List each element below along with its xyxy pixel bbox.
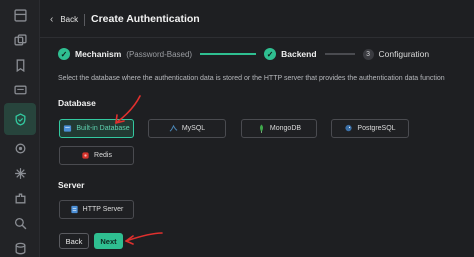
header-back-link[interactable]: ‹ Back (50, 14, 78, 25)
header-divider (84, 14, 85, 26)
header-back-label: Back (60, 15, 79, 24)
dashboard-icon[interactable] (8, 3, 32, 27)
database-icon (63, 124, 72, 133)
option-mongodb[interactable]: MongoDB (241, 119, 317, 138)
stepper: ✓ Mechanism (Password-Based) ✓ Backend 3… (58, 47, 429, 61)
sidebar (0, 0, 40, 257)
option-mysql[interactable]: MySQL (148, 119, 226, 138)
option-label: PostgreSQL (357, 125, 396, 132)
step-connector (200, 53, 257, 55)
option-label: Built-in Database (76, 125, 130, 132)
integration-icon[interactable] (8, 136, 32, 160)
step-connector (324, 53, 355, 55)
step-mechanism: ✓ Mechanism (Password-Based) (58, 48, 192, 60)
mongodb-icon (257, 124, 266, 133)
option-label: MySQL (181, 125, 206, 132)
backend-description: Select the database where the authentica… (58, 75, 445, 82)
check-icon: ✓ (58, 48, 70, 60)
system-icon[interactable] (8, 236, 32, 257)
extensions-icon[interactable] (8, 186, 32, 210)
step-sublabel: (Password-Based) (126, 49, 193, 59)
step-label: Configuration (378, 49, 430, 59)
step-label: Mechanism (75, 49, 122, 59)
option-postgresql[interactable]: PostgreSQL (331, 119, 409, 138)
mysql-icon (169, 124, 178, 133)
postgresql-icon (344, 124, 353, 133)
check-icon: ✓ (264, 48, 277, 60)
step-backend: ✓ Backend (264, 48, 317, 60)
http-server-icon (70, 205, 79, 214)
option-http-server[interactable]: HTTP Server (59, 200, 134, 219)
option-redis[interactable]: Redis (59, 146, 134, 165)
diagnose-icon[interactable] (8, 211, 32, 235)
database-section-title: Database (58, 98, 96, 108)
next-button[interactable]: Next (94, 233, 123, 249)
annotation-arrow-next (125, 232, 163, 245)
option-label: HTTP Server (82, 206, 124, 213)
back-button[interactable]: Back (59, 233, 89, 249)
main-content: ‹ Back Create Authentication ✓ Mechanism… (40, 0, 474, 257)
option-label: MongoDB (269, 125, 302, 132)
messages-icon[interactable] (8, 78, 32, 102)
option-label: Redis (94, 152, 112, 159)
page-header: ‹ Back Create Authentication (40, 0, 474, 38)
step-configuration: 3 Configuration (362, 48, 430, 60)
page-title: Create Authentication (91, 13, 200, 25)
bookmark-icon[interactable] (8, 53, 32, 77)
server-section-title: Server (58, 180, 85, 190)
step-label: Backend (281, 49, 317, 59)
step-number: 3 (362, 48, 374, 60)
clients-icon[interactable] (8, 28, 32, 52)
management-icon[interactable] (8, 161, 32, 185)
access-control-icon[interactable] (4, 103, 36, 135)
redis-icon (81, 151, 90, 160)
chevron-left-icon: ‹ (50, 14, 54, 25)
option-built-in-database[interactable]: Built-in Database (59, 119, 134, 138)
